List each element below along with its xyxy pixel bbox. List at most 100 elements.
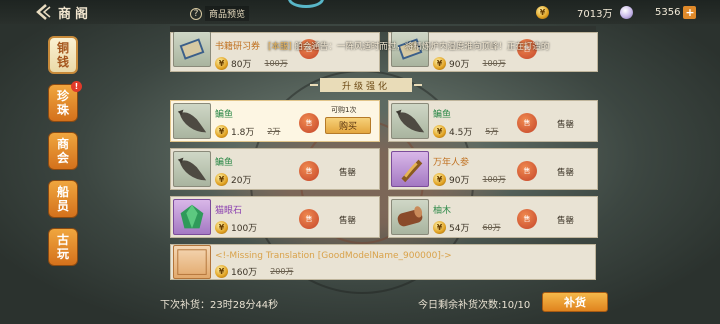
current-price: 1.8万 [231, 128, 255, 138]
shop-item-card[interactable]: 鳊鱼 ¥ 4.5万 5万 售 售罄 [388, 100, 598, 142]
page-title: 商阁 [58, 7, 93, 22]
fish-icon [177, 157, 207, 181]
shop-item-card[interactable]: 猫眼石 ¥ 100万 售 售罄 [170, 196, 380, 238]
item-name: 万年人参 [433, 158, 470, 168]
tab-antique[interactable]: 古玩 [48, 228, 78, 266]
current-price: 160万 [231, 268, 258, 278]
price-row: ¥ 160万 200万 [215, 265, 293, 278]
shop-item-card[interactable]: ¥ 90万 100万 售 [388, 31, 598, 72]
tab-label: 珍珠 [56, 89, 69, 117]
original-price: 200万 [270, 267, 294, 276]
sold-out-label: 售罄 [339, 216, 357, 226]
fish-icon [395, 109, 425, 133]
back-button[interactable] [34, 3, 52, 21]
item-name: 猫眼石 [215, 206, 243, 216]
price-row: ¥ 80万 100万 [215, 57, 288, 70]
item-name: <!-Missing Translation [GoodModelName_90… [215, 251, 452, 261]
coin-icon: ¥ [433, 221, 446, 234]
item-name: 鳊鱼 [215, 158, 234, 168]
price-row: ¥ 1.8万 2万 [215, 125, 280, 138]
item-icon-box [173, 199, 211, 235]
price-row: ¥ 100万 [215, 221, 257, 234]
current-price: 80万 [231, 60, 252, 70]
item-icon-box [391, 151, 429, 187]
item-name: 柚木 [433, 206, 452, 216]
original-price: 2万 [267, 127, 281, 136]
item-icon-box [173, 245, 211, 279]
tab-crew[interactable]: 船员 [48, 180, 78, 218]
shop-item-card[interactable]: 书籍研习券 ¥ 80万 100万 售 [170, 31, 380, 72]
tab-copper[interactable]: 铜钱 [48, 36, 78, 74]
question-icon: ? [190, 7, 202, 20]
shop-item-card[interactable]: 万年人参 ¥ 90万 100万 售 售罄 [388, 148, 598, 190]
item-icon-box [173, 103, 211, 139]
current-price: 4.5万 [449, 128, 473, 138]
add-pearl-button[interactable]: + [683, 5, 697, 19]
item-name: 鳊鱼 [433, 110, 452, 120]
item-icon-box [173, 31, 211, 67]
discount-tag: 售 [517, 161, 537, 181]
original-price: 100万 [482, 175, 506, 184]
fish-icon [177, 109, 207, 133]
shop-item-card[interactable]: 柚木 ¥ 54万 60万 售 售罄 [388, 196, 598, 238]
coin-icon: ¥ [433, 125, 446, 138]
list-top-edge [170, 26, 596, 32]
unknown-item-icon [177, 249, 207, 275]
back-arrow-icon [36, 4, 51, 20]
shop-item-card-wide[interactable]: <!-Missing Translation [GoodModelName_90… [170, 244, 596, 280]
sold-out-label: 售罄 [339, 168, 357, 178]
coin-icon: ¥ [433, 173, 446, 186]
coin-icon: ¥ [215, 125, 228, 138]
price-row: ¥ 90万 100万 [433, 57, 506, 70]
item-icon-box [173, 151, 211, 187]
restock-remaining: 今日剩余补货次数:10/10 [418, 296, 530, 311]
shop-item-card[interactable]: 鳊鱼 ¥ 20万 售 售罄 [170, 148, 380, 190]
item-name: 鳊鱼 [215, 110, 234, 120]
gold-currency: ¥ 7013万 [536, 4, 612, 20]
ginseng-icon [401, 159, 423, 183]
coin-icon: ¥ [536, 5, 549, 19]
preview-label: 商品预览 [205, 6, 250, 21]
tab-label: 船员 [56, 185, 69, 213]
notification-badge: ! [71, 81, 82, 92]
pearl-icon [620, 5, 633, 19]
purchase-limit: 可购1次 [331, 106, 357, 114]
wood-log-icon [397, 206, 423, 227]
current-price: 90万 [449, 60, 470, 70]
notice-tag: [本服] [268, 42, 292, 52]
book-icon [179, 38, 205, 60]
tab-guild[interactable]: 商会 [48, 132, 78, 170]
restock-remaining-count: 10/10 [501, 300, 531, 311]
pearl-currency: 5356 + [620, 4, 697, 20]
restock-remaining-label: 今日剩余补货次数: [418, 300, 502, 311]
preview-button[interactable]: ? 商品预览 [190, 6, 250, 21]
original-price: 100万 [264, 59, 288, 68]
price-row: ¥ 54万 60万 [433, 221, 501, 234]
coin-icon: ¥ [433, 57, 446, 70]
discount-tag: 售 [299, 113, 319, 133]
tab-pearl[interactable]: 珍珠 ! [48, 81, 82, 122]
gem-icon [180, 204, 204, 229]
discount-tag: 售 [517, 113, 537, 133]
sold-out-label: 售罄 [557, 216, 575, 226]
discount-tag: 售 [517, 209, 537, 229]
current-price: 54万 [449, 224, 470, 234]
restock-button[interactable]: 补货 [542, 292, 608, 312]
buy-button[interactable]: 购买 [325, 117, 371, 134]
gold-amount: 7013万 [577, 8, 613, 20]
current-price: 90万 [449, 176, 470, 186]
shop-item-card[interactable]: 鳊鱼 ¥ 1.8万 2万 售 可购1次 购买 [170, 100, 380, 142]
pearl-amount: 5356 [655, 6, 681, 18]
coin-icon: ¥ [215, 221, 228, 234]
section-header: 升级强化 [310, 78, 422, 92]
tab-label: 古玩 [56, 233, 69, 261]
price-row: ¥ 4.5万 5万 [433, 125, 498, 138]
coin-icon: ¥ [215, 173, 228, 186]
item-name: 书籍研习券 [215, 42, 261, 52]
next-restock-time: 23时28分44秒 [210, 300, 279, 311]
sold-out-label: 售罄 [557, 168, 575, 178]
item-icon-box [391, 103, 429, 139]
item-icon-box [391, 199, 429, 235]
price-row: ¥ 90万 100万 [433, 173, 506, 186]
tab-label: 铜钱 [56, 41, 69, 69]
